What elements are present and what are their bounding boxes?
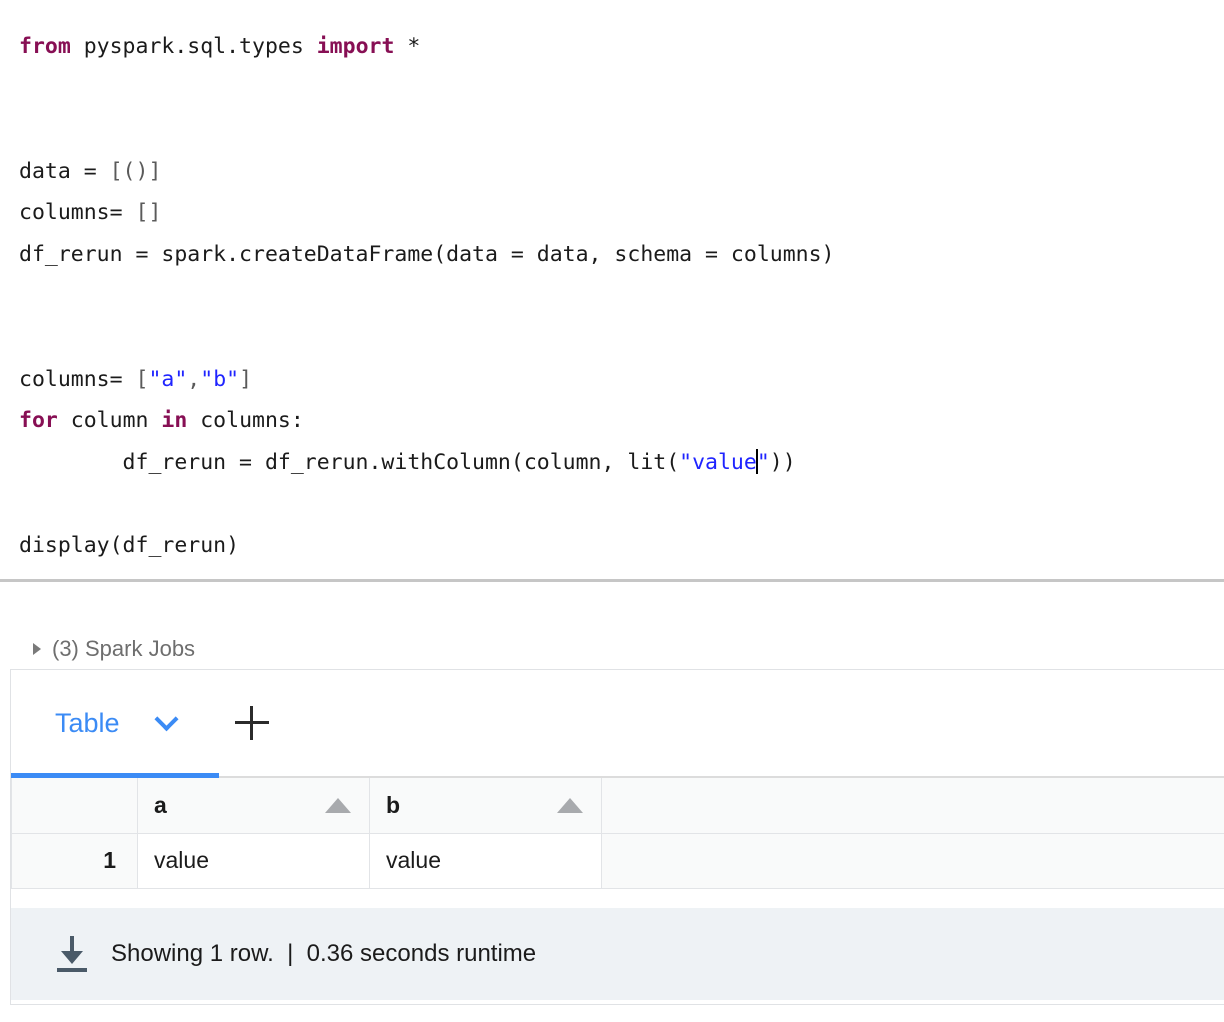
code-token: [ [135, 366, 149, 392]
code-token: columns= [19, 200, 136, 226]
code-token: pyspark.sql.types [70, 34, 317, 59]
code-token: "a" [148, 366, 188, 392]
code-token: for [19, 408, 58, 434]
notebook-code-cell[interactable]: from pyspark.sql.types import * data = [… [0, 0, 1224, 582]
code-editor-lines[interactable]: from pyspark.sql.types import * data = [… [0, 26, 1224, 567]
spark-jobs-expander[interactable]: (3) Spark Jobs [0, 582, 1224, 669]
code-token: display(df_rerun) [19, 533, 240, 559]
column-header-b-label: b [386, 791, 401, 818]
results-footer: Showing 1 row. | 0.36 seconds runtime [11, 907, 1224, 1000]
plus-icon[interactable] [234, 706, 269, 740]
code-token: " [756, 449, 770, 475]
results-status-text: Showing 1 row. | 0.36 seconds runtime [111, 939, 537, 967]
code-token: , [187, 366, 201, 392]
cell-b: value [369, 833, 602, 889]
code-token: df_rerun = spark.createDataFrame(data = … [19, 241, 835, 267]
results-table: a b 1 value value [11, 778, 1224, 889]
triangle-right-icon[interactable] [33, 642, 41, 655]
table-row[interactable]: 1 value value [11, 833, 1224, 889]
column-header-b[interactable]: b [369, 778, 602, 834]
tab-table[interactable]: Table [55, 706, 179, 739]
code-line[interactable] [0, 276, 1224, 318]
code-token: from [19, 34, 71, 59]
code-token: column [57, 408, 162, 434]
code-line[interactable]: columns= ["a","b"] [0, 359, 1224, 401]
spark-jobs-label: (3) Spark Jobs [52, 635, 196, 661]
code-line[interactable] [0, 68, 1224, 110]
code-token: * [394, 34, 421, 59]
sort-ascending-arrow-icon[interactable] [557, 797, 583, 813]
code-token: )) [769, 449, 796, 475]
column-header-a-label: a [154, 791, 167, 818]
cell-filler [601, 833, 1224, 889]
code-line[interactable]: df_rerun = df_rerun.withColumn(column, l… [0, 442, 1224, 484]
chevron-down-icon[interactable] [154, 706, 179, 731]
tab-active-underline [11, 773, 219, 778]
code-line[interactable]: columns= [] [0, 192, 1224, 234]
download-icon[interactable] [55, 935, 89, 972]
cell-divider [0, 579, 1224, 582]
code-token: columns= [19, 366, 136, 392]
code-line[interactable]: display(df_rerun) [0, 525, 1224, 567]
code-token: in [161, 408, 188, 434]
code-token: data = [19, 158, 110, 184]
code-token: ] [239, 366, 253, 392]
code-line[interactable]: data = [()] [0, 151, 1224, 193]
code-token: [()] [109, 158, 162, 184]
code-token: import [316, 34, 395, 59]
code-line[interactable]: df_rerun = spark.createDataFrame(data = … [0, 234, 1224, 276]
column-header-index [11, 778, 138, 834]
results-table-head: a b [11, 778, 1224, 834]
code-line[interactable]: from pyspark.sql.types import * [0, 26, 1224, 68]
code-line[interactable] [0, 484, 1224, 526]
code-token: "value [679, 449, 757, 475]
cell-a: value [137, 833, 370, 889]
tab-table-label: Table [55, 707, 120, 738]
code-line[interactable] [0, 317, 1224, 359]
column-header-a[interactable]: a [137, 778, 370, 834]
table-header-row: a b [11, 778, 1224, 834]
code-token: [] [135, 200, 162, 226]
code-line[interactable]: for column in columns: [0, 400, 1224, 442]
results-table-body: 1 value value [11, 833, 1224, 889]
results-panel: Table a b 1 value value Showing 1 row. |… [10, 669, 1224, 1005]
code-token: "b" [200, 366, 240, 392]
row-index: 1 [11, 833, 138, 889]
code-line[interactable] [0, 109, 1224, 151]
results-tabbar: Table [11, 670, 1224, 778]
code-token: columns: [187, 408, 304, 434]
code-token: df_rerun = df_rerun.withColumn(column, l… [19, 449, 680, 475]
sort-ascending-arrow-icon[interactable] [325, 797, 351, 813]
column-header-filler [601, 778, 1224, 834]
